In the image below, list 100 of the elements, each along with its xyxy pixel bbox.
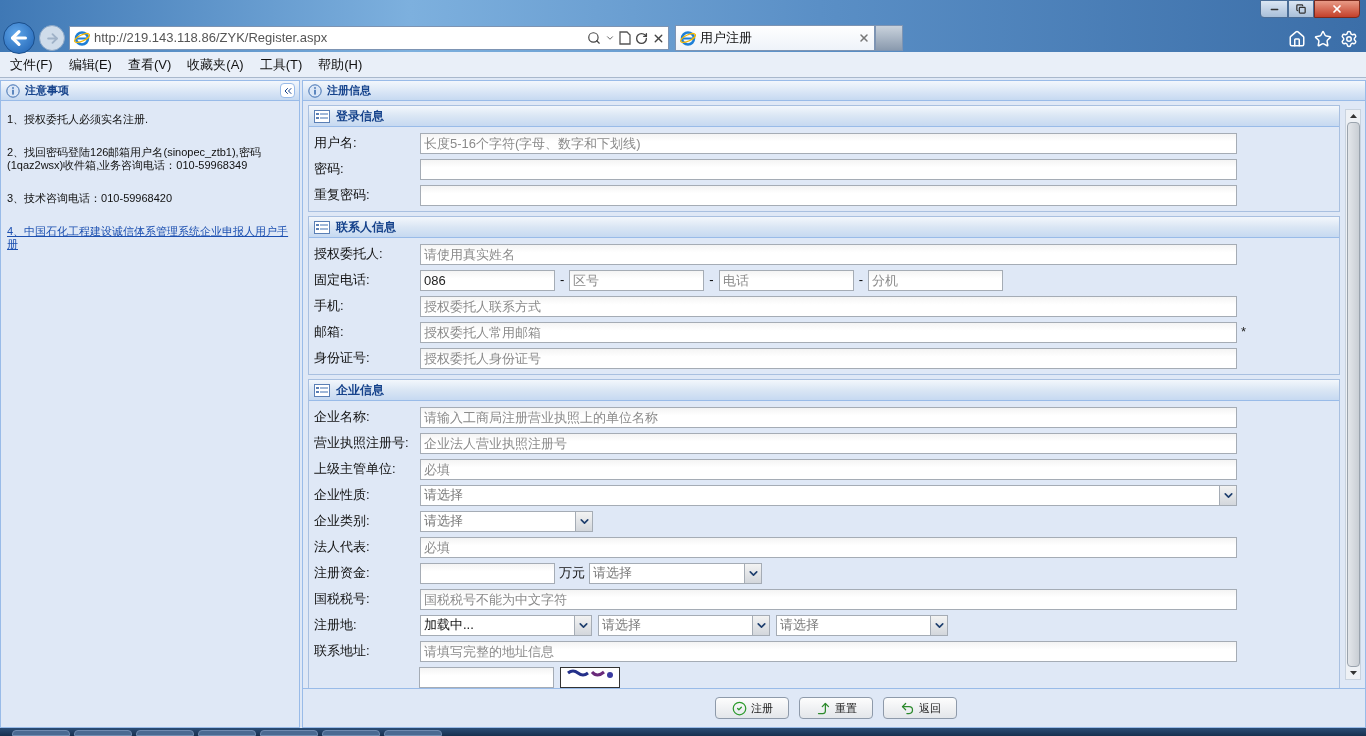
- input-field[interactable]: 授权委托人常用邮箱: [420, 321, 1237, 343]
- select-field[interactable]: 请选择: [589, 562, 762, 584]
- field-label: 注册地:: [314, 616, 358, 635]
- input-field[interactable]: 区号: [569, 269, 705, 291]
- forward-arrow-icon: [44, 30, 60, 46]
- restore-icon: [1296, 4, 1306, 14]
- field-label: 国税税号:: [314, 590, 371, 609]
- search-icon[interactable]: [587, 31, 601, 45]
- field-label: 企业名称:: [314, 408, 371, 427]
- note-text: 2、找回密码登陆126邮箱用户名(sinopec_ztb1),密码(1qaz2wsx)收件箱,业务咨询电话：010-59968349: [7, 146, 262, 172]
- scroll-up-icon[interactable]: [1349, 114, 1357, 118]
- field-label: 法人代表:: [314, 538, 371, 557]
- scroll-down-icon[interactable]: [1349, 671, 1357, 675]
- separator: -: [560, 271, 565, 290]
- field-label: 用户名:: [314, 134, 358, 153]
- scrollbar[interactable]: [1345, 109, 1361, 680]
- close-button[interactable]: [1314, 0, 1360, 18]
- browser-logo-icon: [74, 30, 90, 46]
- select-field[interactable]: 请选择: [776, 614, 948, 636]
- select-field[interactable]: 加载中...: [420, 614, 592, 636]
- field-label: 营业执照注册号:: [314, 434, 410, 453]
- input-field[interactable]: 授权委托人身份证号: [420, 347, 1237, 369]
- collapse-button[interactable]: [280, 83, 295, 98]
- info-icon: [6, 83, 20, 98]
- manual-link[interactable]: 4、中国石化工程建设诚信体系管理系统企业申报人用户手册: [7, 225, 293, 251]
- form-button[interactable]: 注册: [715, 697, 789, 719]
- input-field[interactable]: 请使用真实姓名: [420, 243, 1237, 265]
- field-label: 固定电话:: [314, 271, 371, 290]
- note-text: 1、授权委托人必须实名注册.: [7, 113, 150, 126]
- section-title: 联系人信息: [336, 219, 396, 236]
- select-field[interactable]: 请选择: [420, 484, 1237, 506]
- input-field[interactable]: 必填: [420, 458, 1237, 480]
- browser-logo-icon: [680, 30, 696, 46]
- input-field[interactable]: 长度5-16个字符(字母、数字和下划线): [420, 132, 1237, 154]
- menu-item[interactable]: 查看(V): [127, 54, 172, 75]
- star-icon[interactable]: [1314, 30, 1332, 48]
- arrow-icon: [815, 700, 831, 716]
- form-button[interactable]: 重置: [799, 697, 873, 719]
- menu-item[interactable]: 工具(T): [259, 54, 303, 75]
- input-field[interactable]: 必填: [420, 536, 1237, 558]
- field-label: 密码:: [314, 160, 345, 179]
- form-icon: [314, 109, 330, 123]
- tab-title: 用户注册: [700, 29, 753, 48]
- info-icon: [308, 83, 322, 98]
- input-field[interactable]: 086: [420, 269, 555, 291]
- input-field[interactable]: 请输入工商局注册营业执照上的单位名称: [420, 406, 1237, 428]
- refresh-icon[interactable]: [635, 31, 648, 45]
- close-icon: [1331, 3, 1343, 15]
- section-title: 登录信息: [336, 108, 384, 125]
- input-field[interactable]: [419, 667, 554, 688]
- menu-item[interactable]: 收藏夹(A): [187, 54, 244, 75]
- unit-label: 万元: [559, 564, 585, 583]
- restore-button[interactable]: [1288, 0, 1314, 18]
- menu-item[interactable]: 帮助(H): [318, 54, 363, 75]
- url-text: http://219.143.118.86/ZYK/Register.aspx: [94, 29, 329, 48]
- select-field[interactable]: 请选择: [598, 614, 770, 636]
- field-label: 重复密码:: [314, 186, 371, 205]
- back-button[interactable]: [3, 22, 35, 54]
- field-label: 企业类别:: [314, 512, 371, 531]
- return-icon: [899, 700, 915, 716]
- form-icon: [314, 383, 330, 397]
- input-field[interactable]: 授权委托人联系方式: [420, 295, 1237, 317]
- separator: -: [858, 271, 864, 290]
- page-icon[interactable]: [619, 31, 631, 45]
- settings-icon[interactable]: [1340, 30, 1358, 48]
- input-field[interactable]: 企业法人营业执照注册号: [420, 432, 1237, 454]
- check-icon: [731, 700, 747, 716]
- form-icon: [314, 220, 330, 234]
- menu-item[interactable]: 编辑(E): [68, 54, 112, 75]
- field-label: 身份证号:: [314, 349, 371, 368]
- panel-title: 注意事项: [25, 83, 70, 99]
- select-field[interactable]: 请选择: [420, 510, 593, 532]
- field-label: 手机:: [314, 297, 345, 316]
- input-field[interactable]: [420, 184, 1237, 206]
- home-icon[interactable]: [1288, 30, 1306, 48]
- field-label: 邮箱:: [314, 323, 345, 342]
- required-mark: *: [1241, 323, 1247, 342]
- menu-item[interactable]: 文件(F): [10, 54, 53, 75]
- input-field[interactable]: 国税税号不能为中文字符: [420, 588, 1237, 610]
- input-field[interactable]: [420, 158, 1237, 180]
- address-bar[interactable]: http://219.143.118.86/ZYK/Register.aspx: [69, 26, 669, 50]
- form-button[interactable]: 返回: [883, 697, 957, 719]
- panel-title: 注册信息: [327, 83, 371, 99]
- forward-button[interactable]: [39, 25, 65, 51]
- input-field[interactable]: [420, 562, 555, 584]
- note-text: 3、技术咨询电话：010-59968420: [7, 192, 174, 205]
- field-label: 上级主管单位:: [314, 460, 397, 479]
- field-label: 授权委托人:: [314, 245, 384, 264]
- section-title: 企业信息: [336, 382, 384, 399]
- scroll-thumb[interactable]: [1346, 122, 1360, 667]
- separator: -: [709, 271, 714, 290]
- field-label: 联系地址:: [314, 642, 371, 661]
- input-field[interactable]: 请填写完整的地址信息: [420, 640, 1237, 662]
- field-label: 企业性质:: [314, 486, 371, 505]
- browser-tab[interactable]: 用户注册: [675, 25, 875, 51]
- field-label: 注册资金:: [314, 564, 371, 583]
- minimize-button[interactable]: [1260, 0, 1288, 18]
- input-field[interactable]: 分机: [868, 269, 1004, 291]
- close-icon[interactable]: [858, 32, 870, 44]
- input-field[interactable]: 电话: [718, 269, 854, 291]
